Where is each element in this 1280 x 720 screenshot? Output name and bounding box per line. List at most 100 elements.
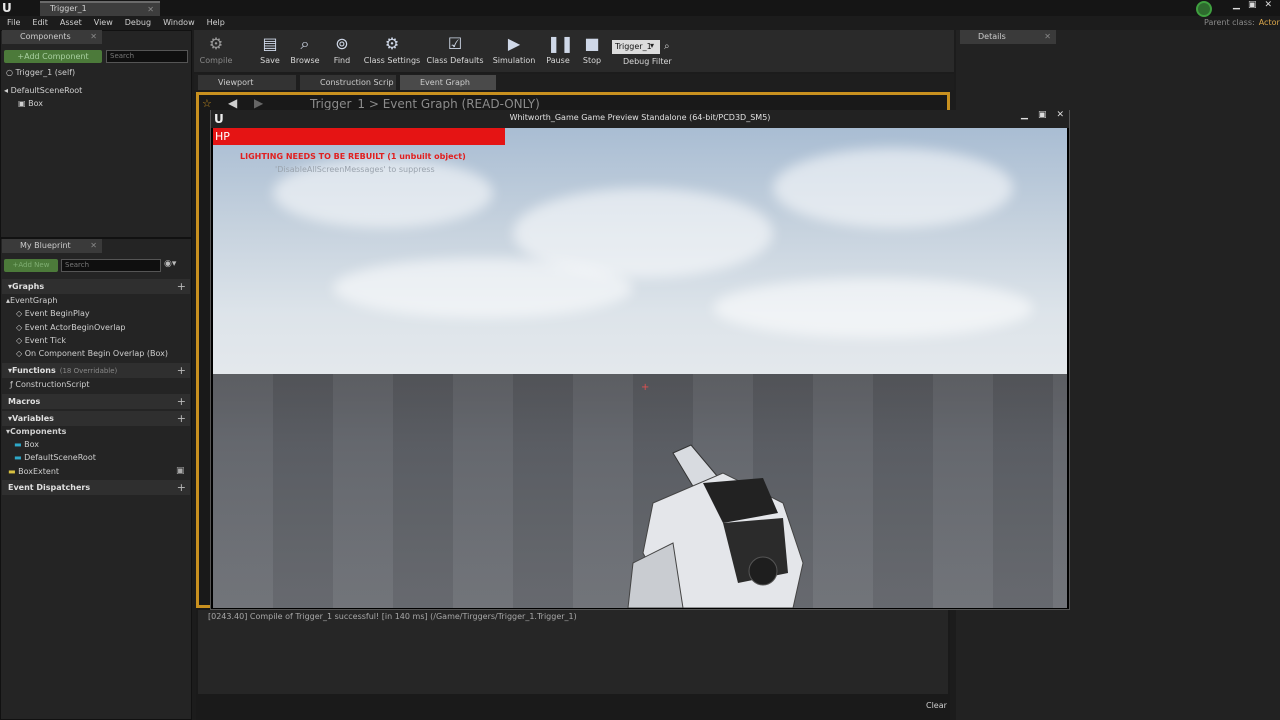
find-button[interactable]: ⊚ Find (316, 32, 368, 72)
menu-file[interactable]: File (7, 16, 20, 30)
variable-item[interactable]: ▬ BoxExtent (8, 466, 59, 478)
star-icon[interactable]: ☆ (202, 97, 212, 110)
my-blueprint-tab-label: My Blueprint (20, 241, 71, 250)
function-item[interactable]: ƒ ConstructionScript (10, 379, 90, 391)
variable-item-label: BoxExtent (18, 467, 60, 476)
category-functions[interactable]: ▾Functions (18 Overridable) + (2, 363, 190, 378)
event-item-label: Event ActorBeginOverlap (24, 323, 126, 332)
game-viewport[interactable]: HP LIGHTING NEEDS TO BE REBUILT (1 unbui… (213, 128, 1067, 608)
add-component-button[interactable]: +Add Component (4, 50, 102, 63)
close-window-icon[interactable]: ✕ (1264, 0, 1272, 14)
tab-viewport[interactable]: Viewport (198, 75, 296, 90)
category-variables[interactable]: ▾Variables + (2, 411, 190, 426)
add-icon[interactable]: + (177, 279, 186, 294)
class-defaults-button[interactable]: ☑ Class Defaults (426, 32, 484, 72)
add-icon[interactable]: + (177, 363, 186, 378)
category-label: Graphs (12, 282, 45, 291)
variable-pill-icon: ▬ (14, 453, 25, 462)
gear-icon: ⚙ (208, 34, 224, 53)
menu-window[interactable]: Window (163, 16, 195, 30)
tree-item-root[interactable]: ◂ DefaultSceneRoot (4, 85, 82, 97)
clear-button[interactable]: Clear (926, 701, 947, 710)
add-icon[interactable]: + (177, 394, 186, 409)
game-window-controls: ▁ ▣ ✕ (1021, 110, 1064, 120)
document-tab[interactable]: Trigger_1 ✕ (40, 1, 160, 16)
category-label: Macros (8, 397, 41, 406)
event-item-label: Event BeginPlay (24, 309, 90, 318)
tree-item-self[interactable]: ○ Trigger_1 (self) (6, 67, 75, 79)
search-icon[interactable]: ⌕ (664, 41, 670, 52)
graph-item-label: EventGraph (10, 296, 58, 305)
save-icon: ▤ (262, 34, 278, 53)
tab-components[interactable]: Components ✕ (2, 30, 102, 44)
event-item[interactable]: ◇ Event Tick (16, 335, 66, 347)
source-control-icon[interactable] (1196, 1, 1212, 17)
close-window-icon[interactable]: ✕ (1056, 110, 1064, 120)
event-item[interactable]: ◇ On Component Begin Overlap (Box) (16, 348, 168, 360)
menu-bar: File Edit Asset View Debug Window Help (0, 16, 1280, 30)
variable-item[interactable]: ▬ DefaultSceneRoot (14, 452, 96, 464)
menu-help[interactable]: Help (207, 16, 225, 30)
minimize-icon[interactable]: ▁ (1233, 0, 1240, 14)
tab-event-graph[interactable]: Event Graph (400, 75, 496, 90)
menu-edit[interactable]: Edit (32, 16, 48, 30)
class-settings-icon: ⚙ (384, 34, 400, 53)
class-defaults-icon: ☑ (447, 34, 463, 53)
variable-group[interactable]: ▾Components (6, 426, 66, 438)
maximize-icon[interactable]: ▣ (1248, 0, 1257, 14)
lighting-warning: LIGHTING NEEDS TO BE REBUILT (1 unbuilt … (240, 152, 466, 161)
tree-item-label: Box (28, 99, 43, 108)
close-icon[interactable]: ✕ (90, 30, 97, 44)
tree-item-label: Trigger_1 (self) (15, 68, 76, 77)
variable-pill-icon: ▬ (14, 440, 25, 449)
find-label: Find (333, 56, 351, 65)
category-label: Variables (12, 414, 54, 423)
category-macros[interactable]: Macros + (2, 394, 190, 409)
class-settings-button[interactable]: ⚙ Class Settings (362, 32, 422, 72)
tab-label: Construction Scrip (320, 78, 394, 87)
log-line: [0243.40] Compile of Trigger_1 successfu… (208, 612, 577, 621)
category-graphs[interactable]: ▾Graphs + (2, 279, 190, 294)
tree-item-box[interactable]: ▣ Box (18, 98, 43, 110)
category-event-dispatchers[interactable]: Event Dispatchers + (2, 480, 190, 495)
minimize-icon[interactable]: ▁ (1021, 110, 1028, 120)
close-icon[interactable]: ✕ (147, 4, 154, 16)
variable-item-label: DefaultSceneRoot (24, 453, 96, 462)
maximize-icon[interactable]: ▣ (1038, 110, 1047, 120)
graph-item-eventgraph[interactable]: ▴EventGraph (6, 295, 57, 307)
tab-my-blueprint[interactable]: My Blueprint ✕ (2, 239, 102, 253)
tab-label: Viewport (218, 78, 254, 87)
document-tab-label: Trigger_1 (50, 4, 87, 13)
tab-construction-script[interactable]: Construction Scrip (300, 75, 396, 90)
function-item-label: ConstructionScript (15, 380, 90, 389)
components-search-input[interactable]: Search (106, 50, 188, 63)
weapon-model (627, 444, 804, 608)
compile-button[interactable]: ⚙ Compile (190, 32, 242, 72)
variable-item[interactable]: ▬ Box (14, 439, 39, 451)
close-icon[interactable]: ✕ (1044, 30, 1051, 44)
stop-button[interactable]: ■ Stop (566, 32, 618, 72)
suppress-hint: 'DisableAllScreenMessages' to suppress (275, 165, 435, 174)
details-tab-label: Details (978, 32, 1006, 41)
blueprint-search-input[interactable]: Search (61, 259, 161, 272)
cloud (773, 148, 1013, 228)
eye-icon[interactable]: ◉▾ (164, 259, 176, 269)
category-sublabel: (18 Overridable) (59, 367, 118, 375)
chevron-down-icon: ▾ (650, 41, 655, 50)
event-item[interactable]: ◇ Event BeginPlay (16, 308, 90, 320)
cloud (333, 258, 633, 318)
menu-debug[interactable]: Debug (125, 16, 151, 30)
tab-details[interactable]: Details ✕ (960, 30, 1056, 44)
add-icon[interactable]: + (177, 480, 186, 495)
tree-item-label: DefaultSceneRoot (10, 86, 83, 95)
close-icon[interactable]: ✕ (90, 239, 97, 253)
add-icon[interactable]: + (177, 411, 186, 426)
add-new-button[interactable]: +Add New (4, 259, 58, 272)
menu-asset[interactable]: Asset (60, 16, 82, 30)
back-arrow-icon[interactable]: ◀ (228, 96, 237, 110)
variable-options-icon[interactable]: ▣ (176, 466, 185, 476)
menu-view[interactable]: View (94, 16, 113, 30)
components-tab-label: Components (20, 32, 71, 41)
event-item[interactable]: ◇ Event ActorBeginOverlap (16, 322, 125, 334)
forward-arrow-icon[interactable]: ▶ (254, 96, 263, 110)
